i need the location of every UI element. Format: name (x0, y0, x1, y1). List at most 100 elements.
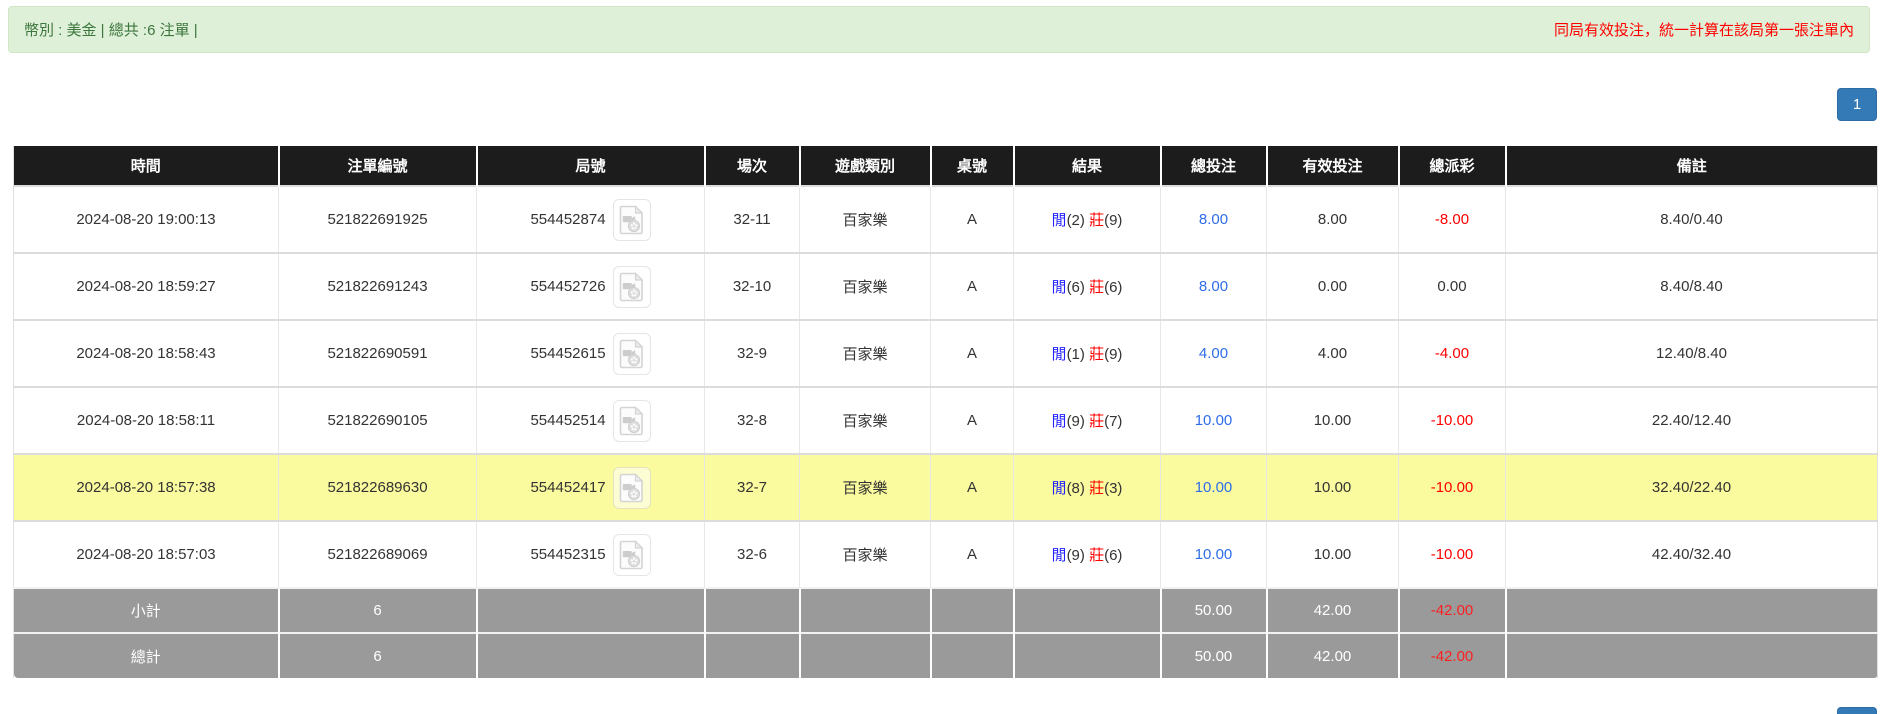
cell-total-bet: 10.00 (1160, 386, 1267, 454)
cell-session: 32-8 (704, 386, 800, 454)
cell-game-type: 百家樂 (799, 520, 931, 588)
cell-round-id: 554452315 (476, 520, 705, 588)
result-banker-value: (6) (1104, 279, 1123, 296)
video-replay-button[interactable] (612, 265, 651, 308)
cell-session: 32-6 (704, 520, 800, 588)
result-player-label: 閒 (1051, 413, 1067, 430)
cell-bet-id: 521822689630 (278, 453, 477, 521)
header-table-no: 桌號 (929, 146, 1014, 186)
cell-result: 閒(1) 莊(9) (1013, 319, 1161, 387)
cell-game-type: 百家樂 (799, 252, 931, 320)
cell-payout: -10.00 (1398, 453, 1506, 521)
round-id-text: 554452726 (530, 278, 606, 295)
total-count: 6 (277, 632, 477, 678)
video-replay-button[interactable] (612, 466, 651, 509)
cell-round-id: 554452615 (476, 319, 705, 387)
settlement-note-text: 同局有效投注，統一計算在該局第一張注單內 (1553, 22, 1854, 39)
subtotal-row: 小計 6 50.00 42.00 -42.00 (13, 587, 1878, 633)
round-id-text: 554452874 (530, 211, 606, 228)
header-round-id: 局號 (475, 146, 705, 186)
result-player-label: 閒 (1051, 547, 1067, 564)
bet-records-table: 時間 注單編號 局號 場次 遊戲類別 桌號 結果 總投注 有效投注 總派彩 備註… (13, 146, 1878, 678)
header-bet-id: 注單編號 (277, 146, 477, 186)
round-id-text: 554452514 (530, 412, 606, 429)
total-payout: -42.00 (1397, 632, 1506, 678)
cell-bet-id: 521822691243 (278, 252, 477, 320)
table-header-row: 時間 注單編號 局號 場次 遊戲類別 桌號 結果 總投注 有效投注 總派彩 備註 (13, 146, 1878, 186)
cell-table-no: A (930, 185, 1014, 253)
result-banker-label: 莊 (1089, 346, 1105, 363)
header-session: 場次 (703, 146, 800, 186)
result-player-value: (2) (1066, 212, 1085, 229)
video-file-icon (619, 472, 643, 502)
cell-remark: 12.40/8.40 (1505, 319, 1878, 387)
pagination-bottom: 1 (1837, 707, 1877, 714)
summary-bar: 幣別 : 美金 | 總共 :6 注單 | 同局有效投注，統一計算在該局第一張注單… (8, 6, 1870, 53)
total-row: 總計 6 50.00 42.00 -42.00 (13, 632, 1878, 678)
header-valid-bet: 有效投注 (1265, 146, 1399, 186)
page-button-1-bottom[interactable]: 1 (1837, 707, 1877, 714)
result-player-label: 閒 (1051, 212, 1067, 229)
subtotal-valid-bet: 42.00 (1265, 587, 1399, 633)
total-label: 總計 (13, 632, 279, 678)
cell-table-no: A (930, 252, 1014, 320)
cell-game-type: 百家樂 (799, 386, 931, 454)
result-player-label: 閒 (1051, 346, 1067, 363)
video-replay-button[interactable] (612, 332, 651, 375)
cell-table-no: A (930, 453, 1014, 521)
cell-total-bet: 10.00 (1160, 520, 1267, 588)
result-banker-label: 莊 (1089, 547, 1105, 564)
video-file-icon (619, 204, 643, 234)
result-banker-label: 莊 (1089, 212, 1105, 229)
cell-round-id: 554452514 (476, 386, 705, 454)
result-banker-label: 莊 (1089, 413, 1105, 430)
result-banker-value: (9) (1104, 346, 1123, 363)
subtotal-label: 小計 (13, 587, 279, 633)
cell-time: 2024-08-20 18:59:27 (13, 252, 279, 320)
result-banker-label: 莊 (1089, 279, 1105, 296)
table-row: 2024-08-20 18:57:03 521822689069 5544523… (13, 520, 1878, 588)
cell-table-no: A (930, 319, 1014, 387)
cell-valid-bet: 10.00 (1266, 453, 1399, 521)
cell-remark: 42.40/32.40 (1505, 520, 1878, 588)
video-replay-button[interactable] (612, 399, 651, 442)
cell-valid-bet: 0.00 (1266, 252, 1399, 320)
cell-payout: -10.00 (1398, 520, 1506, 588)
cell-round-id: 554452874 (476, 185, 705, 253)
cell-session: 32-7 (704, 453, 800, 521)
cell-result: 閒(6) 莊(6) (1013, 252, 1161, 320)
subtotal-count: 6 (277, 587, 477, 633)
cell-bet-id: 521822690591 (278, 319, 477, 387)
cell-session: 32-11 (704, 185, 800, 253)
result-banker-value: (9) (1104, 212, 1123, 229)
header-payout: 總派彩 (1397, 146, 1506, 186)
cell-remark: 8.40/8.40 (1505, 252, 1878, 320)
cell-result: 閒(9) 莊(6) (1013, 520, 1161, 588)
subtotal-payout: -42.00 (1397, 587, 1506, 633)
result-banker-label: 莊 (1089, 480, 1105, 497)
cell-valid-bet: 10.00 (1266, 386, 1399, 454)
cell-total-bet: 10.00 (1160, 453, 1267, 521)
round-id-text: 554452315 (530, 546, 606, 563)
cell-remark: 22.40/12.40 (1505, 386, 1878, 454)
header-total-bet: 總投注 (1159, 146, 1267, 186)
header-remark: 備註 (1504, 146, 1878, 186)
video-replay-button[interactable] (612, 533, 651, 576)
result-banker-value: (6) (1104, 547, 1123, 564)
cell-result: 閒(8) 莊(3) (1013, 453, 1161, 521)
cell-bet-id: 521822690105 (278, 386, 477, 454)
video-file-icon (619, 405, 643, 435)
video-replay-button[interactable] (612, 198, 651, 241)
header-game-type: 遊戲類別 (798, 146, 931, 186)
cell-table-no: A (930, 520, 1014, 588)
result-player-label: 閒 (1051, 279, 1067, 296)
cell-payout: -8.00 (1398, 185, 1506, 253)
cell-game-type: 百家樂 (799, 453, 931, 521)
cell-session: 32-10 (704, 252, 800, 320)
result-banker-value: (3) (1104, 480, 1123, 497)
page-button-1[interactable]: 1 (1837, 88, 1877, 121)
cell-remark: 8.40/0.40 (1505, 185, 1878, 253)
result-banker-value: (7) (1104, 413, 1123, 430)
round-id-text: 554452417 (530, 479, 606, 496)
pagination-top: 1 (13, 88, 1877, 121)
